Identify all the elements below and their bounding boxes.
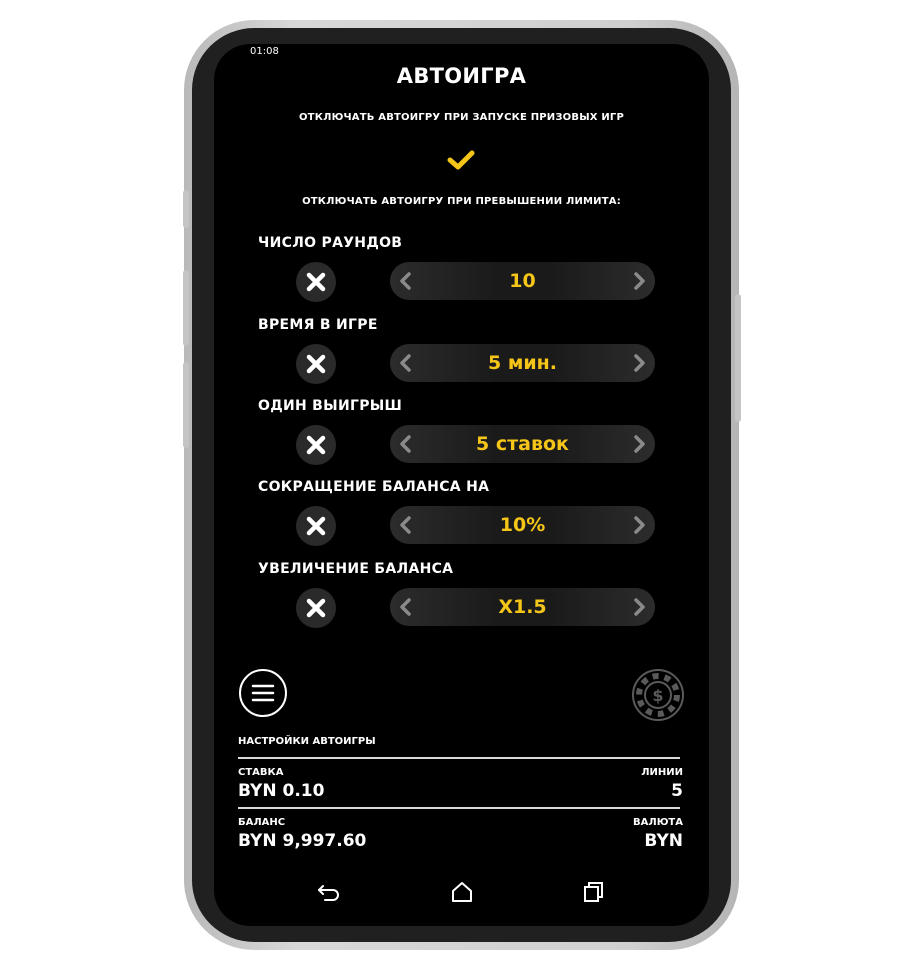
rounds-stepper: 10 <box>390 262 655 300</box>
chevron-left-icon[interactable] <box>396 515 416 535</box>
svg-text:$: $ <box>652 686 663 705</box>
rounds-value: 10 <box>509 270 536 292</box>
bet-label: СТАВКА <box>238 767 284 778</box>
option-label-rounds: ЧИСЛО РАУНДОВ <box>258 235 403 251</box>
lines-value: 5 <box>671 781 683 801</box>
phone-side-button-left-mid <box>183 270 189 346</box>
chevron-left-icon[interactable] <box>396 597 416 617</box>
chevron-right-icon[interactable] <box>629 597 649 617</box>
currency-value: BYN <box>644 831 683 851</box>
time-toggle-button[interactable] <box>296 344 336 384</box>
chevron-right-icon[interactable] <box>629 353 649 373</box>
x-icon <box>306 598 326 618</box>
option-label-single-win: ОДИН ВЫИГРЫШ <box>258 398 403 414</box>
single-win-toggle-button[interactable] <box>296 425 336 465</box>
option-label-balance-decrease: СОКРАЩЕНИЕ БАЛАНСА НА <box>258 479 490 495</box>
balance-value: BYN 9,997.60 <box>238 831 367 851</box>
phone-side-button-left-bottom <box>183 362 189 448</box>
status-time: 01:08 <box>250 46 279 57</box>
single-win-value: 5 ставок <box>476 433 569 455</box>
chevron-right-icon[interactable] <box>629 434 649 454</box>
checkmark-icon[interactable] <box>445 148 477 172</box>
divider-middle <box>238 807 680 809</box>
x-icon <box>306 435 326 455</box>
chevron-right-icon[interactable] <box>629 271 649 291</box>
balance-increase-value: X1.5 <box>498 596 547 618</box>
balance-increase-stepper: X1.5 <box>390 588 655 626</box>
chevron-left-icon[interactable] <box>396 434 416 454</box>
balance-decrease-toggle-button[interactable] <box>296 506 336 546</box>
divider-top <box>238 757 680 759</box>
limits-heading: ОТКЛЮЧАТЬ АВТОИГРУ ПРИ ПРЕВЫШЕНИИ ЛИМИТА… <box>302 196 621 207</box>
balance-increase-toggle-button[interactable] <box>296 588 336 628</box>
chevron-left-icon[interactable] <box>396 353 416 373</box>
balance-decrease-stepper: 10% <box>390 506 655 544</box>
prize-games-label: ОТКЛЮЧАТЬ АВТОИГРУ ПРИ ЗАПУСКЕ ПРИЗОВЫХ … <box>298 112 625 123</box>
page-title: АВТОИГРА <box>396 64 527 88</box>
app-screen: 01:08 АВТОИГРА ОТКЛЮЧАТЬ АВТОИГРУ ПРИ ЗА… <box>214 44 709 926</box>
option-label-balance-increase: УВЕЛИЧЕНИЕ БАЛАНСА <box>258 561 454 577</box>
single-win-stepper: 5 ставок <box>390 425 655 463</box>
home-icon[interactable] <box>449 880 475 904</box>
hamburger-menu-icon[interactable] <box>238 668 288 718</box>
dollar-chip-icon[interactable]: $ <box>631 668 685 722</box>
x-icon <box>306 272 326 292</box>
option-label-time: ВРЕМЯ В ИГРЕ <box>258 317 378 333</box>
lines-label: ЛИНИИ <box>641 767 683 778</box>
phone-side-button-left-top <box>183 190 189 228</box>
bet-value: BYN 0.10 <box>238 781 325 801</box>
back-icon[interactable] <box>316 880 342 904</box>
x-icon <box>306 516 326 536</box>
phone-side-button-right <box>735 294 741 422</box>
chevron-left-icon[interactable] <box>396 271 416 291</box>
autoplay-settings-title: НАСТРОЙКИ АВТОИГРЫ <box>238 736 376 747</box>
time-stepper: 5 мин. <box>390 344 655 382</box>
x-icon <box>306 354 326 374</box>
balance-decrease-value: 10% <box>499 514 546 536</box>
chevron-right-icon[interactable] <box>629 515 649 535</box>
recents-icon[interactable] <box>581 880 607 904</box>
currency-label: ВАЛЮТА <box>633 817 683 828</box>
time-value: 5 мин. <box>487 352 558 374</box>
balance-label: БАЛАНС <box>238 817 286 828</box>
rounds-toggle-button[interactable] <box>296 262 336 302</box>
